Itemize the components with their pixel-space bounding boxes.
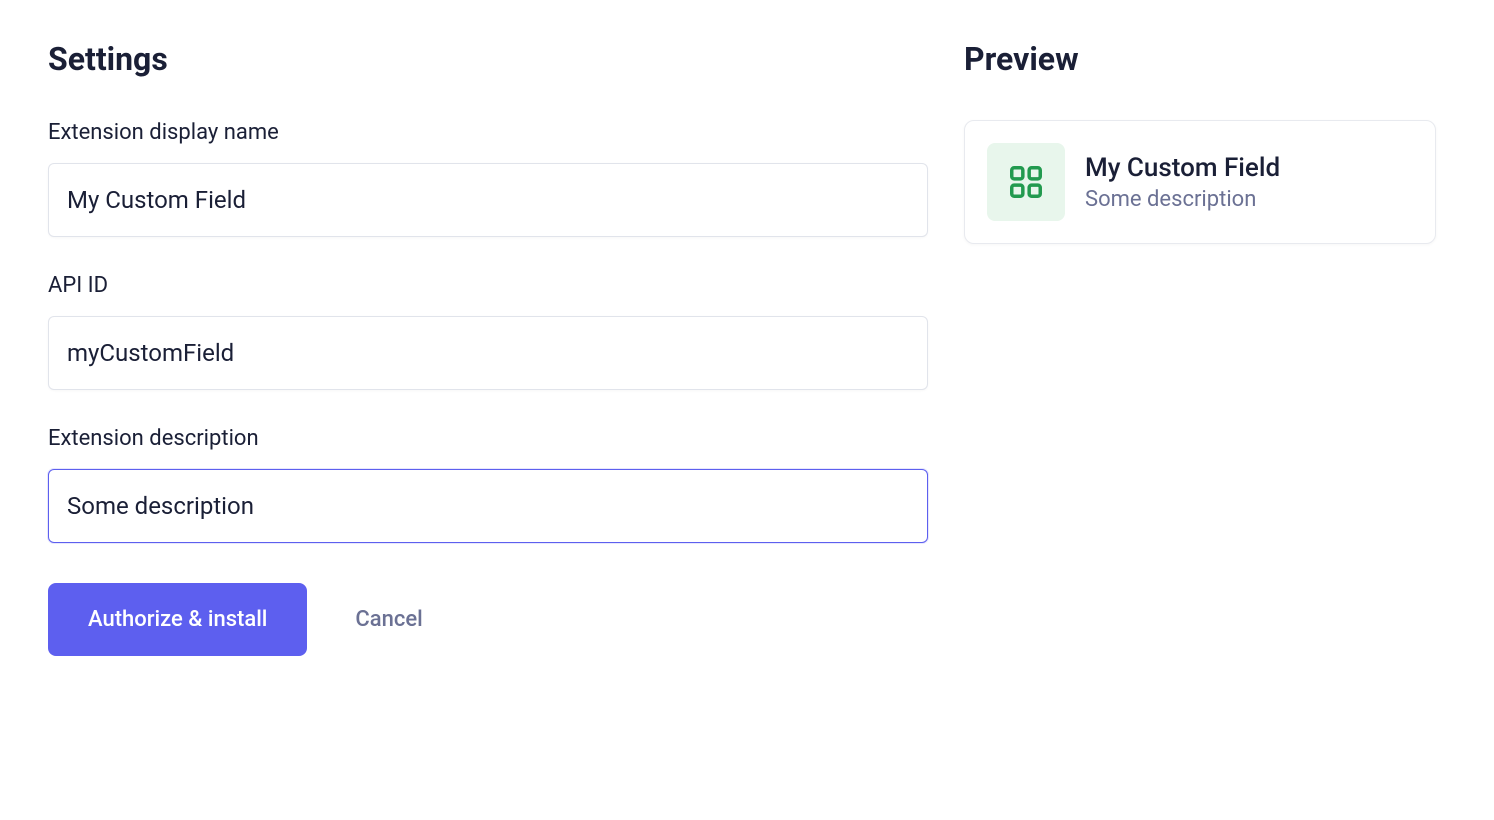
api-id-input[interactable] bbox=[48, 316, 928, 390]
description-input[interactable] bbox=[48, 469, 928, 543]
preview-panel: Preview My Custom Field Some description bbox=[964, 40, 1436, 656]
description-label: Extension description bbox=[48, 426, 928, 451]
api-id-group: API ID bbox=[48, 273, 928, 390]
preview-card: My Custom Field Some description bbox=[964, 120, 1436, 244]
cancel-button[interactable]: Cancel bbox=[355, 607, 422, 632]
preview-card-title: My Custom Field bbox=[1085, 153, 1280, 183]
display-name-group: Extension display name bbox=[48, 120, 928, 237]
preview-icon-box bbox=[987, 143, 1065, 221]
button-row: Authorize & install Cancel bbox=[48, 583, 928, 656]
preview-text: My Custom Field Some description bbox=[1085, 153, 1280, 212]
display-name-label: Extension display name bbox=[48, 120, 928, 145]
preview-title: Preview bbox=[964, 40, 1436, 78]
display-name-input[interactable] bbox=[48, 163, 928, 237]
settings-panel: Settings Extension display name API ID E… bbox=[48, 40, 928, 656]
settings-title: Settings bbox=[48, 40, 928, 78]
grid-icon bbox=[1007, 163, 1045, 201]
description-group: Extension description bbox=[48, 426, 928, 543]
preview-card-subtitle: Some description bbox=[1085, 187, 1280, 212]
api-id-label: API ID bbox=[48, 273, 928, 298]
authorize-install-button[interactable]: Authorize & install bbox=[48, 583, 307, 656]
